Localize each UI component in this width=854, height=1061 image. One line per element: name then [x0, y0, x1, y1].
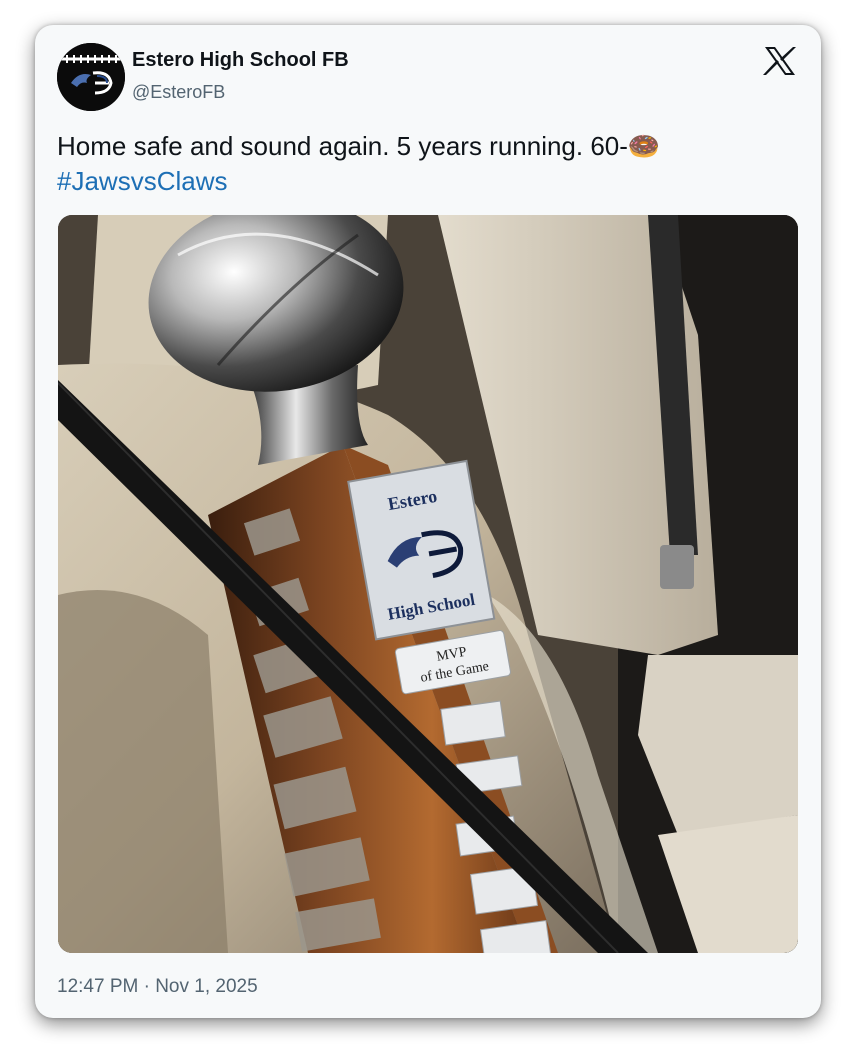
estero-logo-icon — [57, 43, 125, 111]
x-logo-icon[interactable] — [763, 45, 797, 77]
tweet-body: Home safe and sound again. 5 years runni… — [57, 131, 628, 161]
tweet-card[interactable]: Estero High School FB @EsteroFB Home saf… — [35, 25, 821, 1018]
tweet-timestamp[interactable]: 12:47 PM · Nov 1, 2025 — [57, 976, 258, 998]
avatar[interactable] — [57, 43, 125, 111]
author-display-name[interactable]: Estero High School FB — [132, 49, 349, 72]
hashtag-link[interactable]: #JawsvsClaws — [57, 166, 228, 196]
donut-emoji: 🍩 — [627, 131, 661, 161]
tweet-photo[interactable]: Estero High School MVP of the Game — [58, 215, 798, 953]
tweet-text: Home safe and sound again. 5 years runni… — [57, 129, 797, 199]
author-handle[interactable]: @EsteroFB — [132, 82, 225, 103]
trophy-in-car-seat-image: Estero High School MVP of the Game — [58, 215, 798, 953]
